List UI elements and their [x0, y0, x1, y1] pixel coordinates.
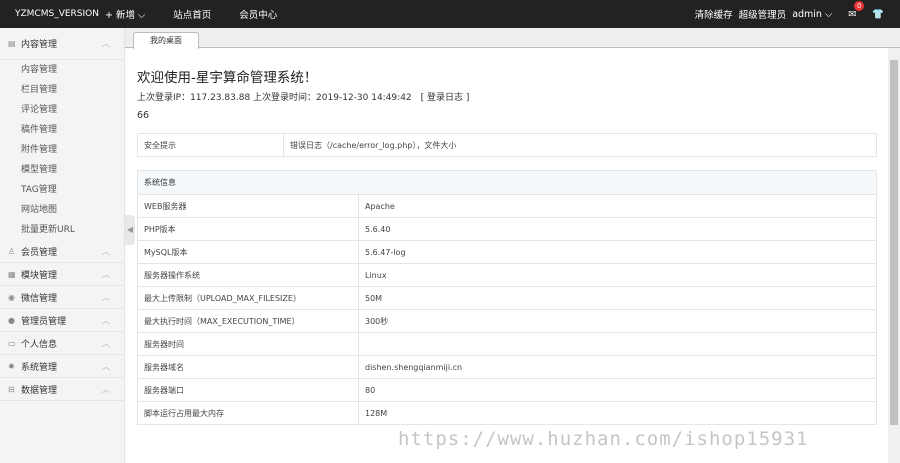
card-icon: ▭	[8, 338, 16, 348]
wechat-icon: ◉	[8, 292, 15, 302]
section-label: 个人信息	[21, 339, 58, 350]
system-info-table: 系统信息 WEB服务器 Apache PHP版本 5.6.40 MySQL版本 5.6.4…	[137, 170, 877, 425]
table-row: WEB服务器 Apache	[137, 194, 877, 218]
sidebar-item[interactable]: 模型管理	[0, 160, 124, 180]
table-row: MySQL版本 5.6.47-log	[137, 240, 877, 264]
info-label: 服务器操作系统	[137, 263, 359, 287]
sidebar-item[interactable]: 栏目管理	[0, 80, 124, 100]
sidebar-item[interactable]: TAG管理	[0, 180, 124, 200]
table-row: 服务器操作系统 Linux	[137, 263, 877, 287]
info-value: Linux	[358, 263, 877, 287]
content-icon: ▤	[8, 39, 16, 48]
section-label: 系统管理	[21, 362, 58, 373]
info-label: WEB服务器	[137, 194, 359, 218]
message-badge: 0	[854, 0, 865, 11]
grid-icon: ▦	[8, 269, 16, 279]
member-center-link[interactable]: 会员中心	[239, 7, 277, 21]
sidebar-section[interactable]: ✹ 系统管理 ︿	[0, 355, 124, 378]
gear-icon: ✹	[8, 361, 15, 371]
security-value: 错误日志（/cache/error_log.php），文件大小	[283, 133, 877, 157]
section-label: 内容管理	[21, 40, 58, 50]
sidebar-item[interactable]: 内容管理	[0, 60, 124, 80]
sidebar: ▤ 内容管理 ︿ 内容管理 栏目管理 评论管理 稿件管理 附件管理 模型管理 TAG管理 网站地图…	[0, 28, 125, 463]
table-row: 最大执行时间（MAX_EXECUTION_TIME） 300秒	[137, 309, 877, 333]
tab-bar: 我的桌面	[125, 28, 900, 49]
skin-icon[interactable]: 👕	[872, 9, 884, 20]
info-value: 50M	[358, 286, 877, 310]
top-bar: YZMCMS_VERSION + 新增 ⌵ 站点首页 会员中心 清除缓存 超级管…	[0, 0, 900, 28]
message-icon[interactable]: ✉ 0	[848, 0, 865, 20]
clear-cache-link[interactable]: 清除缓存	[695, 7, 733, 21]
table-row: 服务器域名 dishen.shengqianmiji.cn	[137, 355, 877, 379]
section-label: 数据管理	[21, 385, 58, 396]
last-login-info: 上次登录IP：117.23.83.88 上次登录时间：2019-12-30 14…	[137, 93, 470, 103]
sidebar-item[interactable]: 批量更新URL	[0, 220, 124, 240]
tab-desktop[interactable]: 我的桌面	[133, 32, 199, 49]
table-row: 服务器端口 80	[137, 378, 877, 402]
security-table: 安全提示 错误日志（/cache/error_log.php），文件大小	[137, 133, 877, 157]
main-content: 欢迎使用-星宇算命管理系统！ 上次登录IP：117.23.83.88 上次登录时…	[125, 48, 888, 463]
info-label: MySQL版本	[137, 240, 359, 264]
sidebar-section[interactable]: ▭ 个人信息 ︿	[0, 332, 124, 355]
info-label: 服务器域名	[137, 355, 359, 379]
page-title: 欢迎使用-星宇算命管理系统！	[137, 70, 318, 86]
user-icon: ♙	[8, 246, 16, 256]
chevron-up-icon: ︿	[102, 338, 110, 348]
chevron-up-icon: ︿	[102, 292, 110, 302]
sidebar-section[interactable]: ● 管理员管理 ︿	[0, 309, 124, 332]
sidebar-item[interactable]: 评论管理	[0, 100, 124, 120]
table-row: 服务器时间	[137, 332, 877, 356]
section-label: 微信管理	[21, 293, 58, 304]
admin-icon: ●	[8, 315, 15, 325]
info-value: dishen.shengqianmiji.cn	[358, 355, 877, 379]
sidebar-section[interactable]: ◉ 微信管理 ︿	[0, 286, 124, 309]
count-value: 66	[137, 110, 150, 121]
info-label: 最大执行时间（MAX_EXECUTION_TIME）	[137, 309, 359, 333]
sidebar-section-content[interactable]: ▤ 内容管理 ︿	[0, 28, 124, 60]
watermark: https://www.huzhan.com/ishop15931	[398, 428, 809, 450]
info-value: Apache	[358, 194, 877, 218]
info-label: 最大上传限制（UPLOAD_MAX_FILESIZE）	[137, 286, 359, 310]
info-label: 脚本运行占用最大内存	[137, 401, 359, 425]
chevron-up-icon: ︿	[102, 39, 110, 48]
info-label: 服务器时间	[137, 332, 359, 356]
info-label: 服务器端口	[137, 378, 359, 402]
sidebar-item[interactable]: 附件管理	[0, 140, 124, 160]
chevron-up-icon: ︿	[102, 246, 110, 256]
info-value: 300秒	[358, 309, 877, 333]
chevron-up-icon: ︿	[102, 315, 110, 325]
chevron-up-icon: ︿	[102, 361, 110, 371]
sidebar-item[interactable]: 网站地图	[0, 200, 124, 220]
security-label: 安全提示	[137, 133, 284, 157]
table-row: 脚本运行占用最大内存 128M	[137, 401, 877, 425]
section-label: 管理员管理	[21, 316, 67, 327]
info-value: 128M	[358, 401, 877, 425]
sidebar-section[interactable]: ♙ 会员管理 ︿	[0, 240, 124, 263]
database-icon: ⊟	[8, 384, 15, 394]
site-home-link[interactable]: 站点首页	[173, 7, 211, 21]
sidebar-section[interactable]: ▦ 模块管理 ︿	[0, 263, 124, 286]
scrollbar[interactable]	[888, 48, 900, 463]
role-label: 超级管理员	[738, 10, 787, 21]
user-menu[interactable]: admin ⌵	[792, 9, 832, 20]
table-row: PHP版本 5.6.40	[137, 217, 877, 241]
sidebar-item[interactable]: 稿件管理	[0, 120, 124, 140]
section-label: 会员管理	[21, 247, 58, 258]
chevron-up-icon: ︿	[102, 269, 110, 279]
info-value: 80	[358, 378, 877, 402]
add-menu[interactable]: + 新增 ⌵	[105, 7, 145, 21]
chevron-up-icon: ︿	[102, 384, 110, 394]
table-row: 最大上传限制（UPLOAD_MAX_FILESIZE） 50M	[137, 286, 877, 310]
brand: YZMCMS_VERSION	[15, 9, 99, 19]
section-label: 模块管理	[21, 270, 58, 281]
sidebar-section[interactable]: ⊟ 数据管理 ︿	[0, 378, 124, 401]
system-info-header: 系统信息	[137, 170, 877, 195]
info-label: PHP版本	[137, 217, 359, 241]
scrollbar-thumb[interactable]	[890, 60, 898, 425]
info-value: 5.6.40	[358, 217, 877, 241]
info-value	[358, 332, 877, 356]
info-value: 5.6.47-log	[358, 240, 877, 264]
